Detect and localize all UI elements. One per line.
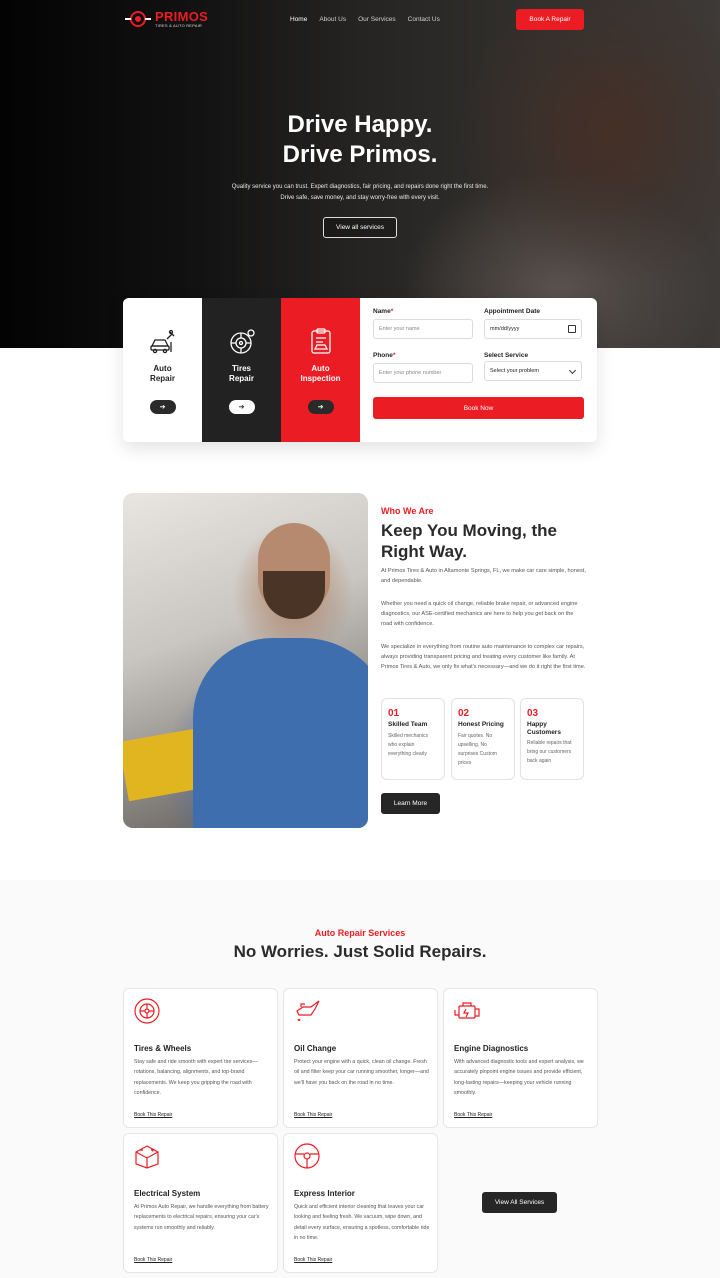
nav-services[interactable]: Our Services	[358, 16, 396, 23]
arrow-right-icon[interactable]: ➔	[149, 400, 176, 414]
view-all-services-button[interactable]: View All Services	[482, 1192, 557, 1213]
stat-number: 03	[527, 708, 539, 719]
book-this-repair-link[interactable]: Book This Repair	[134, 1112, 172, 1118]
service-card-tires: Tires & Wheels Stay safe and ride smooth…	[123, 988, 278, 1128]
stat-title: Honest Pricing	[458, 721, 504, 728]
about-paragraph: At Primos Tires & Auto in Altamonte Spri…	[381, 568, 586, 584]
view-all-services-button[interactable]: View all services	[323, 217, 397, 238]
engine-icon	[454, 1002, 480, 1019]
mechanic-photo	[123, 493, 368, 828]
oil-can-icon	[296, 1000, 320, 1022]
card-title: Tires & Wheels	[134, 1044, 192, 1053]
hero-title-line1: Drive Happy.	[287, 111, 433, 138]
arrow-right-icon[interactable]: ➔	[228, 400, 255, 414]
service-card-interior: Express Interior Quick and efficient int…	[283, 1133, 438, 1273]
brand-tagline: TIRES & AUTO REPAIR	[155, 22, 202, 28]
arrow-right-icon[interactable]: ➔	[307, 400, 334, 414]
card-title: Express Interior	[294, 1189, 355, 1198]
name-input[interactable]: Enter your name	[373, 319, 473, 339]
logo[interactable]: PRIMOS TIRES & AUTO REPAIR	[125, 10, 208, 28]
hero-subtitle: Quality service you can trust. Expert di…	[231, 184, 489, 201]
card-title: Engine Diagnostics	[454, 1044, 529, 1053]
chevron-down-icon	[568, 366, 577, 375]
service-tires-repair[interactable]: Tires Repair ➔	[202, 298, 281, 442]
card-desc: Quick and efficient interior cleaning th…	[294, 1204, 430, 1242]
hero-section: PRIMOS TIRES & AUTO REPAIR Home About Us…	[0, 0, 720, 348]
services-eyebrow: Auto Repair Services	[314, 928, 406, 938]
nav-home[interactable]: Home	[290, 16, 307, 23]
book-this-repair-link[interactable]: Book This Repair	[134, 1257, 172, 1263]
phone-label: Phone*	[373, 352, 396, 359]
service-label: Auto Repair	[150, 364, 175, 383]
stat-title: Happy Customers	[527, 721, 561, 736]
book-now-button[interactable]: Book Now	[373, 397, 584, 419]
service-label: Tires Repair	[229, 364, 254, 383]
nav-contact[interactable]: Contact Us	[408, 16, 440, 23]
date-label: Appointment Date	[484, 308, 540, 315]
card-title: Oil Change	[294, 1044, 337, 1053]
book-this-repair-link[interactable]: Book This Repair	[294, 1112, 332, 1118]
card-desc: Stay safe and ride smooth with expert ti…	[134, 1059, 258, 1097]
service-card-oil: Oil Change Protect your engine with a qu…	[283, 988, 438, 1128]
service-auto-repair[interactable]: Auto Repair ➔	[123, 298, 202, 442]
brand-name: PRIMOS	[155, 8, 209, 24]
book-this-repair-link[interactable]: Book This Repair	[294, 1257, 332, 1263]
clipboard-car-icon	[310, 328, 331, 354]
booking-panel: Auto Repair ➔ Tires Repair ➔ Auto Inspec…	[123, 298, 597, 442]
card-desc: At Primos Auto Repair, we handle everyth…	[134, 1204, 269, 1231]
wheel-icon	[134, 998, 160, 1024]
service-select-label: Select Service	[484, 352, 529, 359]
calendar-icon	[568, 325, 576, 333]
stat-desc: Skilled mechanics who explain everything…	[388, 732, 429, 757]
main-nav: Home About Us Our Services Contact Us	[290, 16, 440, 23]
stat-card: 02 Honest Pricing Fair quotes. No upsell…	[451, 698, 515, 780]
service-auto-inspection[interactable]: Auto Inspection ➔	[281, 298, 360, 442]
date-input[interactable]: mm/dd/yyyy	[484, 319, 582, 339]
steering-wheel-icon	[294, 1143, 320, 1169]
card-title: Electrical System	[134, 1189, 201, 1198]
stat-card: 03 Happy Customers Reliable repairs that…	[520, 698, 584, 780]
name-label: Name*	[373, 308, 394, 315]
stat-number: 01	[388, 708, 400, 719]
battery-icon	[135, 1145, 159, 1169]
tire-icon	[229, 329, 255, 354]
service-card-electrical: Electrical System At Primos Auto Repair,…	[123, 1133, 278, 1273]
booking-form: Name* Enter your name Appointment Date m…	[373, 298, 597, 442]
stat-card: 01 Skilled Team Skilled mechanics who ex…	[381, 698, 445, 780]
phone-input[interactable]: Enter your phone number	[373, 363, 473, 383]
stat-number: 02	[458, 708, 470, 719]
about-paragraph: Whether you need a quick oil change, rel…	[381, 601, 578, 627]
about-title: Keep You Moving, the Right Way.	[381, 521, 557, 561]
about-eyebrow: Who We Are	[381, 506, 434, 516]
services-title: No Worries. Just Solid Repairs.	[233, 942, 487, 961]
card-desc: Protect your engine with a quick, clean …	[294, 1059, 429, 1086]
nav-about[interactable]: About Us	[319, 16, 346, 23]
hero-title-line2: Drive Primos.	[282, 141, 438, 168]
learn-more-button[interactable]: Learn More	[381, 793, 440, 814]
stat-desc: Fair quotes. No upselling. No surprises …	[458, 732, 497, 766]
stat-title: Skilled Team	[388, 721, 428, 728]
service-select[interactable]: Select your problem	[484, 361, 582, 381]
book-this-repair-link[interactable]: Book This Repair	[454, 1112, 492, 1118]
car-repair-icon	[149, 329, 174, 354]
about-paragraph: We specialize in everything from routine…	[381, 644, 586, 670]
service-label: Auto Inspection	[300, 364, 341, 383]
logo-icon	[125, 11, 151, 27]
stat-desc: Reliable repairs that bring our customer…	[527, 740, 572, 764]
book-repair-button[interactable]: Book A Repair	[516, 9, 584, 30]
hero-title: Drive Happy. Drive Primos.	[0, 110, 720, 170]
service-card-engine: Engine Diagnostics With advanced diagnos…	[443, 988, 598, 1128]
card-desc: With advanced diagnostic tools and exper…	[454, 1059, 584, 1097]
